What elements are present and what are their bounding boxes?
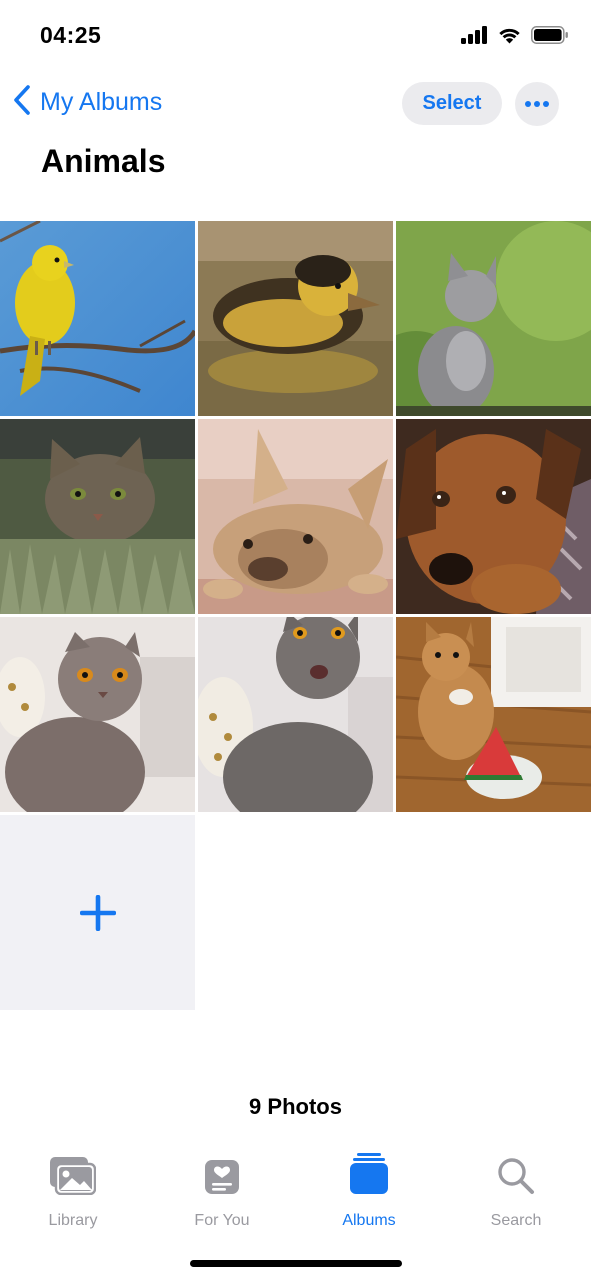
cellular-signal-icon — [461, 26, 488, 49]
search-icon — [497, 1157, 535, 1200]
photo-thumbnail-french-bulldog[interactable] — [198, 419, 393, 614]
more-options-button[interactable] — [515, 82, 559, 126]
album-title: Animals — [41, 143, 166, 179]
status-bar: 04:25 — [0, 0, 591, 70]
wifi-icon — [497, 26, 522, 49]
photo-thumbnail-scottish-fold-cat[interactable] — [0, 617, 195, 812]
photo-count: 9 Photos — [249, 1094, 342, 1119]
photo-thumbnail-duckling[interactable] — [198, 221, 393, 416]
status-icons — [461, 26, 569, 49]
back-button-label: My Albums — [40, 88, 163, 116]
tab-search[interactable]: Search — [461, 1158, 571, 1230]
tab-for-you[interactable]: For You — [167, 1158, 277, 1230]
tab-search-label: Search — [490, 1212, 542, 1229]
tab-library[interactable]: Library — [18, 1157, 128, 1230]
photo-thumbnail-grey-kitten[interactable] — [396, 221, 591, 416]
add-photo-button[interactable] — [0, 815, 195, 1010]
chevron-left-icon — [12, 84, 32, 121]
tab-library-label: Library — [48, 1212, 98, 1229]
plus-icon — [79, 894, 116, 931]
home-indicator[interactable] — [190, 1260, 402, 1267]
for-you-icon — [204, 1159, 240, 1200]
photo-thumbnail-yellow-bird[interactable] — [0, 221, 195, 416]
ellipsis-icon — [524, 95, 550, 113]
tab-bar: Library For You Albums Search — [0, 1150, 591, 1230]
select-button[interactable]: Select — [402, 82, 502, 125]
photo-thumbnail-grey-british-cat[interactable] — [198, 617, 393, 812]
back-button[interactable]: My Albums — [12, 84, 162, 121]
photo-thumbnail-brown-puppy[interactable] — [396, 419, 591, 614]
status-time: 04:25 — [40, 22, 102, 48]
navigation-bar: My Albums Select — [0, 80, 591, 130]
photo-thumbnail-tabby-cat[interactable] — [0, 419, 195, 614]
tab-for-you-label: For You — [194, 1212, 250, 1229]
tab-albums-label: Albums — [342, 1212, 396, 1229]
photo-thumbnail-orange-cat-watermelon[interactable] — [396, 617, 591, 812]
albums-icon — [349, 1153, 389, 1200]
tab-albums[interactable]: Albums — [314, 1153, 424, 1230]
battery-icon — [531, 26, 569, 49]
photo-library-icon — [50, 1157, 97, 1200]
